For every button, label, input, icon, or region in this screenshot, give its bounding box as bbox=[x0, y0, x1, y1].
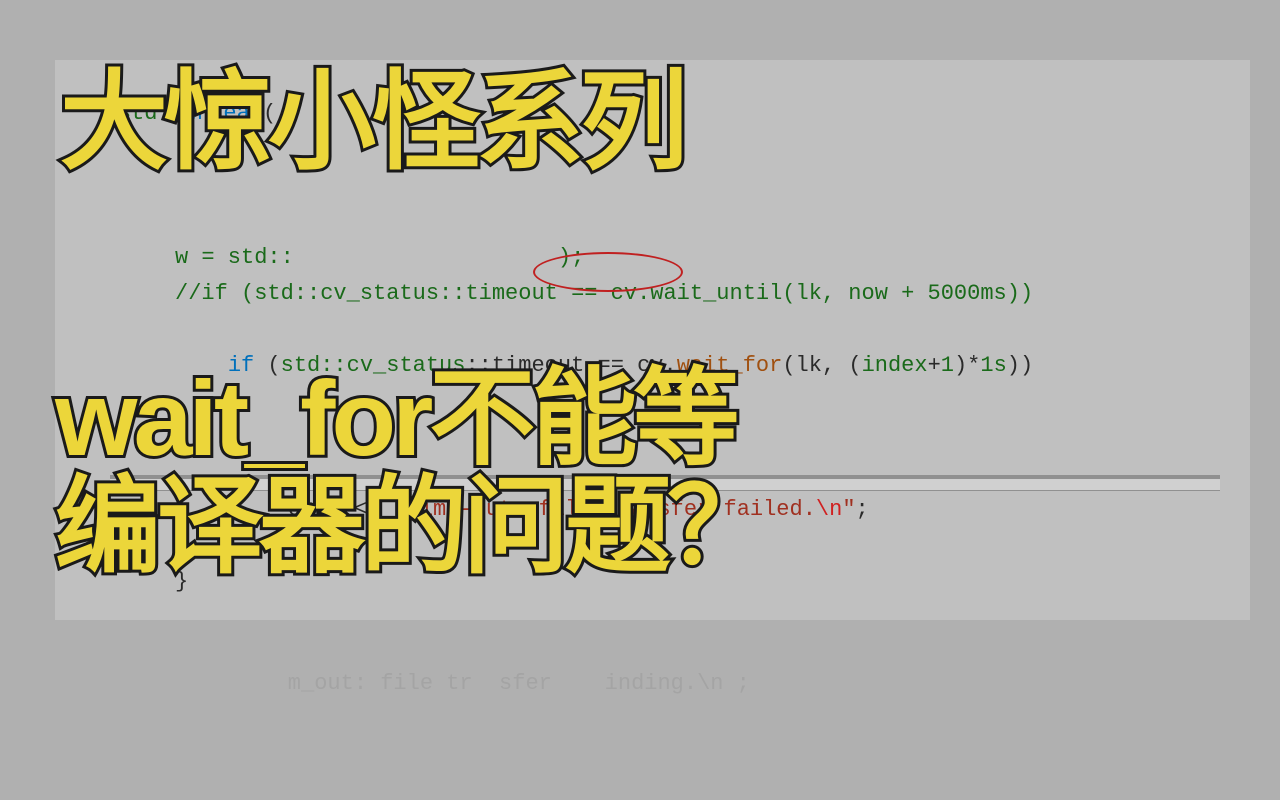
overlay-subtitle: wait_for不能等 编译器的问题？ bbox=[55, 365, 769, 581]
overlay-sub-line2: 编译器的问题？ bbox=[55, 468, 769, 586]
token-close1: )* bbox=[954, 353, 980, 378]
token-call: (lk, ( bbox=[782, 353, 861, 378]
token-index: index bbox=[862, 353, 928, 378]
code-line-hidden: m_out: file tr sfer inding.\n ; bbox=[55, 666, 1250, 702]
code-line-frag: w = std:: ); bbox=[55, 240, 1250, 276]
overlay-title: 大惊小怪系列 bbox=[60, 68, 684, 176]
token-plus: + bbox=[928, 353, 941, 378]
overlay-sub-line1: wait_for不能等 bbox=[55, 360, 735, 478]
token-str2: " bbox=[842, 497, 855, 522]
token-close2: )) bbox=[1007, 353, 1033, 378]
code-line-comment: //if (std::cv_status::timeout == cv.wait… bbox=[55, 276, 1250, 312]
token-semi: ; bbox=[856, 497, 869, 522]
code-line-spacer bbox=[55, 600, 1250, 636]
code-line-3 bbox=[55, 204, 1250, 240]
token-1s: 1s bbox=[980, 353, 1006, 378]
token-esc: \n bbox=[816, 497, 842, 522]
token-one: 1 bbox=[941, 353, 954, 378]
